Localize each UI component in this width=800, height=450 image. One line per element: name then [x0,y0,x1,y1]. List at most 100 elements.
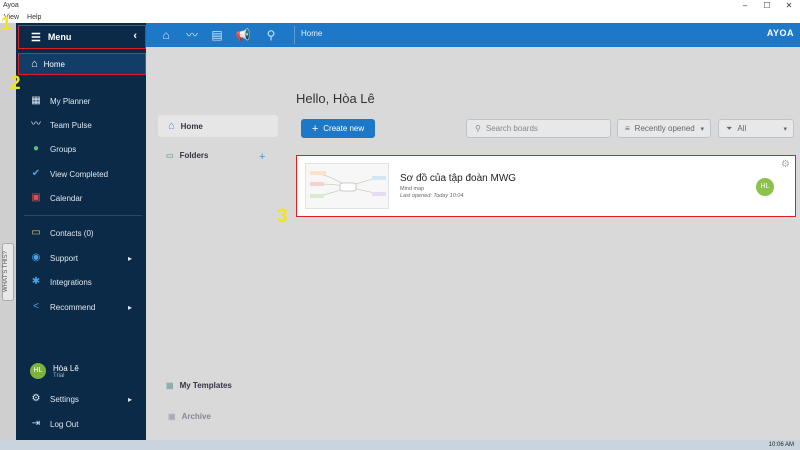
gear-icon: ⚙ [31,393,41,404]
sidebar-item-label: Groups [50,144,77,154]
owner-avatar: HL [756,178,774,196]
greeting: Hello, Hòa Lê [296,91,375,106]
planner-icon[interactable]: ▤ [209,27,225,43]
logout-icon: ⇥ [31,418,41,429]
maximize-button[interactable]: ☐ [756,0,778,11]
sidebar-item-view-completed[interactable]: ✔ View Completed [30,166,144,182]
gear-icon[interactable]: ⚙ [781,159,790,170]
whats-this-tab[interactable]: WHAT'S THIS? [2,243,14,301]
chevron-left-icon[interactable]: ‹ [133,30,137,42]
chevron-right-icon: ▸ [127,253,132,263]
groups-icon: ● [32,143,40,154]
menu-header[interactable]: ☰ Menu ‹ [18,25,146,49]
search-placeholder: Search boards [485,124,538,133]
sidebar-item-recommend[interactable]: < Recommend ▸ [30,299,144,315]
integrations-icon: ✱ [31,276,41,287]
breadcrumb: Home [301,29,323,38]
nav-home-label: Home [180,121,203,131]
sidebar-item-calendar[interactable]: ▣ Calendar [30,190,144,206]
sidebar-item-groups[interactable]: ● Groups [30,141,144,157]
sidebar-menu: ☰ Menu ‹ ⌂ Home ▦ My Planner 〰 Team Puls… [16,23,146,440]
board-thumbnail [305,163,389,209]
sidebar-item-label: Log Out [50,419,79,429]
close-button[interactable]: ✕ [778,0,800,11]
annotation-3: 3 [277,206,288,227]
folder-icon: ▭ [166,151,174,160]
sort-selected: Recently opened [634,124,695,133]
sidebar-item-label: Integrations [50,277,92,287]
home-icon: ⌂ [168,120,175,132]
menubar: View Help [0,11,800,23]
sidebar-item-label: Settings [50,394,79,404]
user-profile[interactable]: HL Hòa Lê Trial [30,363,79,379]
toolbar-separator [294,26,295,44]
board-type: Mind map [400,186,425,192]
nav-templates-label: My Templates [179,381,232,390]
check-icon: ✔ [31,168,41,179]
support-icon: ◉ [31,252,41,263]
contacts-icon: ▭ [31,227,41,238]
sort-dropdown[interactable]: ≡ Recently opened ▾ [617,119,711,138]
main-content: ⌂ Home ▭ Folders + Hello, Hòa Lê + Creat… [146,47,800,440]
megaphone-icon[interactable]: 📢 [235,27,251,43]
nav-my-templates[interactable]: ▦ My Templates [166,381,232,390]
nav-archive[interactable]: ▣ Archive [168,412,211,421]
share-icon: < [33,301,39,312]
sidebar-item-label: Home [43,59,65,69]
ayoa-logo: AYOA [766,28,794,38]
chevron-right-icon: ▸ [127,302,132,312]
search-icon[interactable]: ⚲ [263,27,279,43]
top-toolbar: ⌂ 〰 ▤ 📢 ⚲ Home AYOA [146,23,800,47]
search-icon: ⚲ [475,124,481,133]
hamburger-icon: ☰ [31,31,41,44]
filter-icon: ⏷ [726,123,733,133]
filter-dropdown[interactable]: ⏷ All ▾ [718,119,794,138]
archive-icon: ▣ [168,412,176,421]
window-titlebar: Ayoa – ☐ ✕ [0,0,800,11]
calendar-icon: ▣ [31,192,41,203]
sort-icon: ≡ [625,124,630,133]
sidebar-item-label: My Planner [50,96,91,106]
annotation-2: 2 [10,73,21,94]
plus-icon: + [311,122,319,135]
nav-archive-label: Archive [181,412,211,421]
sidebar-item-logout[interactable]: ⇥ Log Out [30,416,144,432]
nav-home[interactable]: ⌂ Home [158,115,278,137]
chevron-down-icon: ▾ [700,125,704,133]
taskbar: 10:06 AM [0,440,800,450]
sidebar-item-label: Calendar [50,193,83,203]
sidebar-item-label: Support [50,253,79,263]
home-icon: ⌂ [31,58,38,70]
sidebar-item-support[interactable]: ◉ Support ▸ [30,250,144,266]
minimize-button[interactable]: – [734,0,756,11]
sidebar-item-settings[interactable]: ⚙ Settings ▸ [30,391,144,407]
chevron-down-icon: ▾ [783,125,787,133]
sidebar-item-my-planner[interactable]: ▦ My Planner [30,93,144,109]
create-new-label: Create new [323,124,365,133]
board-card[interactable]: Sơ đồ của tập đoàn MWG Mind map Last ope… [296,155,796,217]
home-icon[interactable]: ⌂ [158,27,174,43]
menu-help[interactable]: Help [27,14,41,21]
avatar: HL [30,363,46,379]
sidebar-item-integrations[interactable]: ✱ Integrations [30,274,144,290]
sidebar-item-team-pulse[interactable]: 〰 Team Pulse [30,117,144,133]
user-name: Hòa Lê [53,363,79,373]
nav-folders[interactable]: ▭ Folders [166,151,208,160]
board-last-opened: Last opened: Today 10:04 [400,193,464,199]
sidebar-item-contacts[interactable]: ▭ Contacts (0) [30,225,144,241]
add-folder-icon[interactable]: + [259,151,265,163]
annotation-1: 1 [1,14,12,35]
create-new-button[interactable]: + Create new [301,119,375,138]
board-title[interactable]: Sơ đồ của tập đoàn MWG [400,173,516,184]
pulse-icon[interactable]: 〰 [184,27,200,43]
user-plan: Trial [53,372,65,379]
sidebar-item-label: Contacts (0) [50,228,94,238]
search-boards-input[interactable]: ⚲ Search boards [466,119,611,138]
templates-icon: ▦ [166,381,174,390]
sidebar-item-home[interactable]: ⌂ Home [18,53,146,75]
chevron-right-icon: ▸ [127,394,132,404]
sidebar-divider [24,215,142,216]
nav-folders-label: Folders [179,151,209,160]
taskbar-clock: 10:06 AM [768,442,794,448]
filter-selected: All [737,124,747,133]
